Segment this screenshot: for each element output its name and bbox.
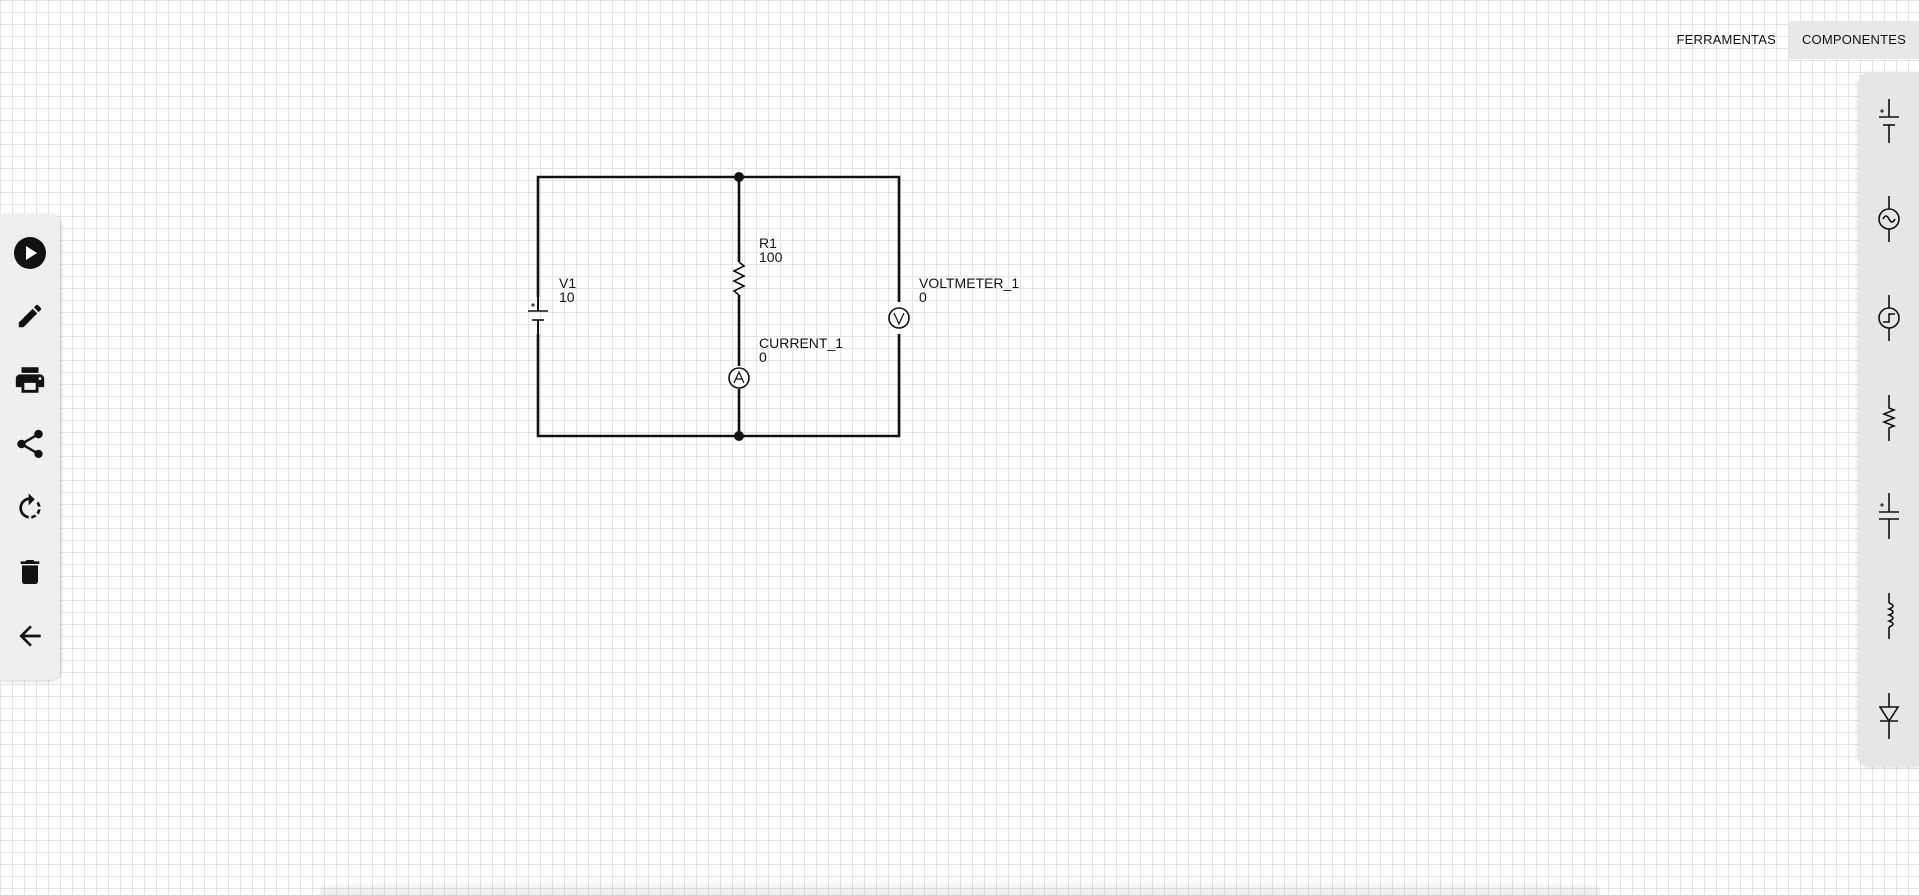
v1-name-label: V1 xyxy=(559,275,577,291)
v1-source-symbol[interactable] xyxy=(528,297,548,334)
bottom-drawer-edge xyxy=(320,878,1600,895)
circuit-canvas xyxy=(528,172,910,441)
r1-resistor-symbol[interactable] xyxy=(732,261,746,296)
r1-value-label: 100 xyxy=(759,249,783,265)
voltmeter-value-label: 0 xyxy=(919,289,927,305)
voltmeter-symbol[interactable] xyxy=(888,307,910,329)
ammeter-name-label: CURRENT_1 xyxy=(759,335,844,351)
junction-node-top[interactable] xyxy=(734,172,744,182)
voltmeter-name-label: VOLTMETER_1 xyxy=(919,275,1020,291)
wire-bottom[interactable] xyxy=(536,334,901,438)
ammeter-symbol[interactable] xyxy=(728,367,750,389)
v1-value-label: 10 xyxy=(559,289,575,305)
wire-top[interactable] xyxy=(536,175,901,302)
ammeter-value-label: 0 xyxy=(759,349,767,365)
r1-name-label: R1 xyxy=(759,235,777,251)
junction-node-bottom[interactable] xyxy=(734,431,744,441)
